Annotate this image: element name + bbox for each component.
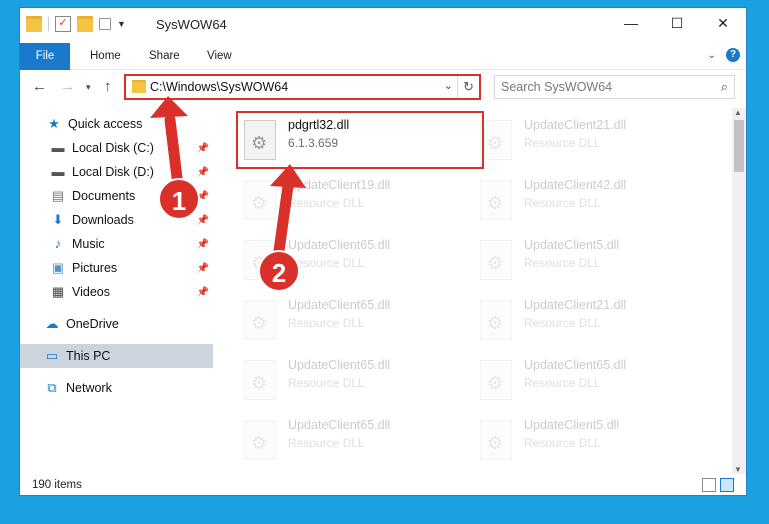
annotation-arrows [150, 96, 306, 264]
step-badge-1: 1 [158, 178, 200, 220]
step-badge-2: 2 [258, 250, 300, 292]
arrow-2-shaft [272, 180, 294, 264]
arrow-1-head [150, 96, 188, 118]
arrow-2-head [270, 164, 306, 188]
arrow-1-shaft [164, 114, 184, 192]
